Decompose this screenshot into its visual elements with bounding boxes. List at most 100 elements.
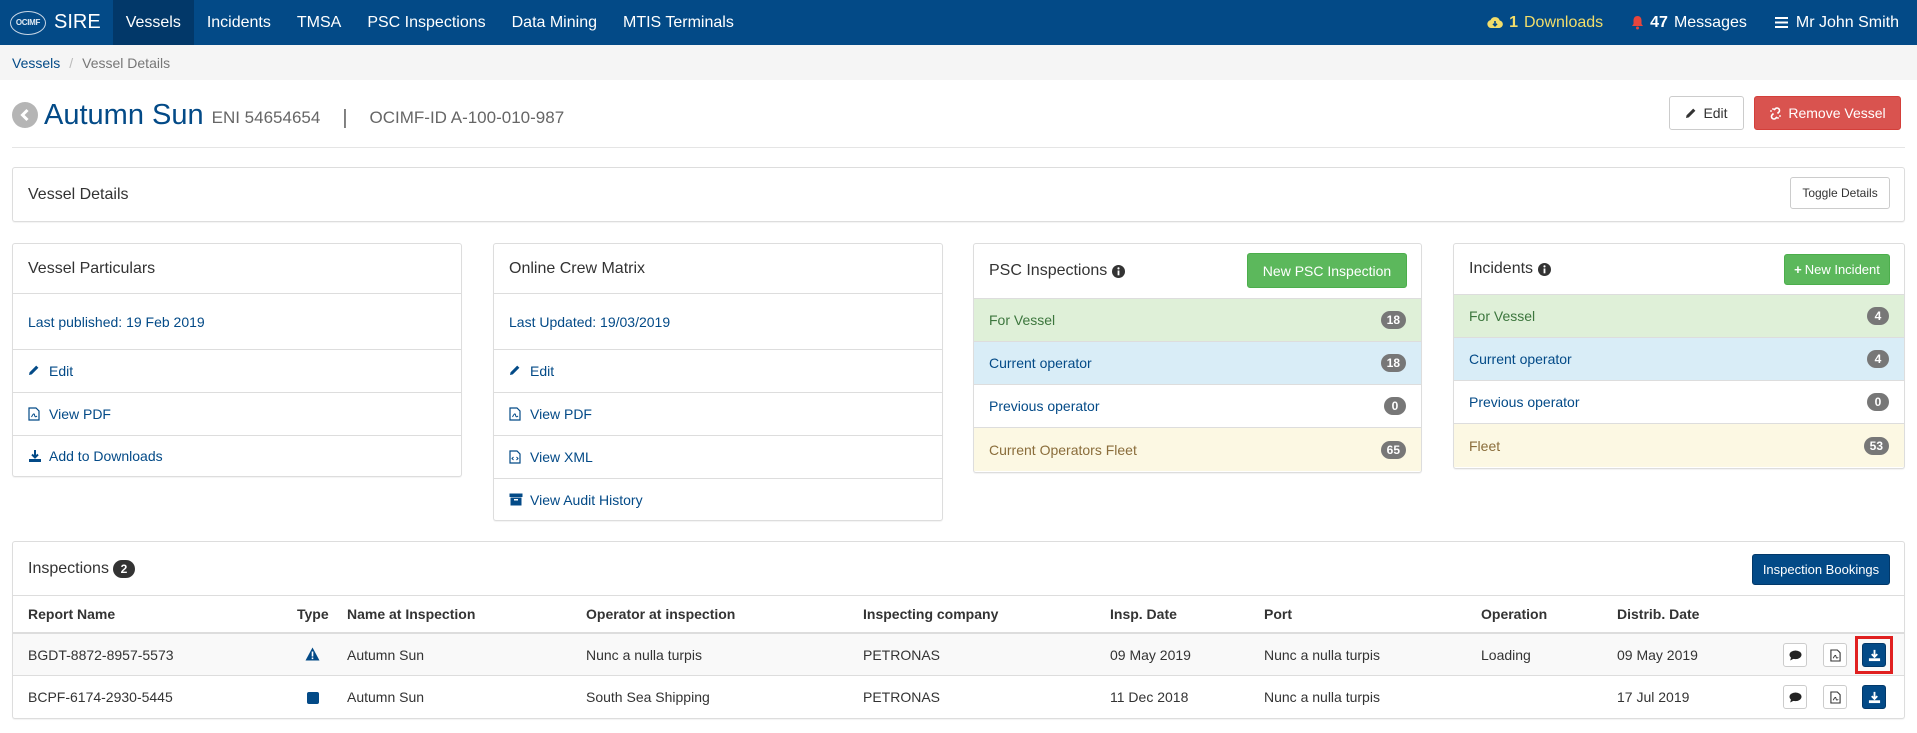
nav-item-data-mining[interactable]: Data Mining (499, 0, 610, 45)
download-report-button[interactable] (1862, 685, 1886, 709)
downloads-link[interactable]: 1 Downloads (1487, 14, 1603, 32)
breadcrumb-vessels[interactable]: Vessels (12, 55, 60, 71)
vessel-details-heading: Vessel Details Toggle Details (13, 168, 1904, 221)
crew-view-xml-link[interactable]: View XML (494, 436, 942, 479)
messages-link[interactable]: 47 Messages (1631, 14, 1747, 32)
comment-icon (1789, 692, 1801, 702)
nav-item-tmsa[interactable]: TMSA (284, 0, 354, 45)
back-icon[interactable] (12, 102, 38, 128)
col-insp-date[interactable]: Insp. Date (1110, 606, 1177, 622)
psc-count-badge: 65 (1380, 440, 1406, 459)
operation-cell: Loading (1481, 646, 1531, 663)
info-circle-icon[interactable] (1112, 264, 1126, 278)
toggle-details-button[interactable]: Toggle Details (1790, 177, 1890, 209)
insp-date-cell: 09 May 2019 (1110, 646, 1191, 663)
incidents-row-label: For Vessel (1469, 308, 1536, 324)
particulars-view-pdf-label: View PDF (49, 406, 111, 422)
pencil-icon (28, 364, 42, 378)
brand-name: SIRE (54, 11, 101, 33)
nav-item-vessels[interactable]: Vessels (112, 0, 194, 45)
crew-matrix-panel: Online Crew Matrix Last Updated: 19/03/2… (493, 243, 943, 521)
remove-vessel-label: Remove Vessel (1788, 105, 1886, 121)
crew-view-audit-link[interactable]: View Audit History (494, 479, 942, 521)
vessel-name: Autumn Sun (44, 98, 204, 131)
incidents-fleet-row[interactable]: Fleet 53 (1454, 424, 1904, 467)
downloads-count: 1 (1509, 13, 1518, 31)
ocimf-logo: OCIMF (10, 10, 46, 35)
crew-view-pdf-link[interactable]: View PDF (494, 393, 942, 436)
col-operation[interactable]: Operation (1481, 606, 1547, 622)
add-to-downloads-link[interactable]: Add to Downloads (13, 436, 461, 476)
incidents-for-vessel-row[interactable]: For Vessel 4 (1454, 295, 1904, 338)
particulars-edit-link[interactable]: Edit (13, 350, 461, 393)
incidents-count-badge: 4 (1867, 307, 1889, 325)
inspection-bookings-button[interactable]: Inspection Bookings (1752, 554, 1890, 585)
report-name-cell[interactable]: BGDT-8872-8957-5573 (28, 647, 174, 663)
col-inspecting-company[interactable]: Inspecting company (863, 606, 998, 622)
info-circle-icon[interactable] (1538, 262, 1552, 276)
view-pdf-button[interactable] (1823, 685, 1847, 709)
nav-right: 1 Downloads 47 Messages Mr John Smith (1487, 0, 1899, 45)
psc-previous-operator-row[interactable]: Previous operator 0 (974, 385, 1421, 428)
last-updated-text: Last Updated: 19/03/2019 (494, 294, 942, 350)
comment-button[interactable] (1783, 685, 1807, 709)
new-psc-inspection-button[interactable]: New PSC Inspection (1247, 253, 1407, 288)
file-pdf-icon (1829, 648, 1841, 662)
name-at-inspection-cell: Autumn Sun (347, 646, 425, 663)
report-name-cell[interactable]: BCPF-6174-2930-5445 (28, 689, 173, 705)
col-name-at-inspection[interactable]: Name at Inspection (347, 606, 475, 622)
company-cell: PETRONAS (863, 646, 941, 663)
insp-date-cell: 11 Dec 2018 (1110, 689, 1189, 705)
download-icon (28, 449, 42, 463)
incidents-heading: Incidents + New Incident (1454, 244, 1904, 295)
comment-button[interactable] (1783, 643, 1807, 667)
nav-item-incidents[interactable]: Incidents (194, 0, 284, 45)
nav-item-mtis-terminals[interactable]: MTIS Terminals (610, 0, 747, 45)
hamburger-icon (1774, 17, 1788, 28)
brand[interactable]: OCIMF SIRE (0, 0, 113, 45)
plus-icon: + (1794, 262, 1802, 277)
col-operator-at-inspection[interactable]: Operator at inspection (586, 606, 735, 622)
new-incident-button[interactable]: + New Incident (1784, 254, 1890, 285)
name-at-inspection-cell: Autumn Sun (347, 689, 425, 705)
psc-row-label: Current Operators Fleet (989, 441, 1137, 458)
nav-item-psc-inspections[interactable]: PSC Inspections (354, 0, 498, 45)
psc-inspections-title: PSC Inspections (989, 262, 1108, 279)
vessel-eni: ENI 54654654 (211, 108, 321, 127)
operator-cell: Nunc a nulla turpis (586, 646, 702, 663)
col-port[interactable]: Port (1264, 606, 1292, 622)
crew-edit-link[interactable]: Edit (494, 350, 942, 393)
square-icon (307, 691, 319, 707)
breadcrumb-separator: / (69, 54, 74, 71)
table-row: BGDT-8872-8957-5573 Autumn Sun Nunc a nu… (13, 634, 1904, 676)
incidents-title: Incidents (1469, 260, 1534, 277)
psc-for-vessel-row[interactable]: For Vessel 18 (974, 299, 1421, 342)
incidents-previous-operator-row[interactable]: Previous operator 0 (1454, 381, 1904, 424)
crew-view-pdf-label: View PDF (530, 406, 592, 422)
view-pdf-button[interactable] (1823, 643, 1847, 667)
incidents-current-operator-row[interactable]: Current operator 4 (1454, 338, 1904, 381)
incidents-row-label: Fleet (1469, 437, 1501, 454)
inspections-panel: Inspections 2 Inspection Bookings Report… (12, 541, 1905, 719)
col-distrib-date[interactable]: Distrib. Date (1617, 606, 1699, 622)
crew-edit-label: Edit (530, 363, 555, 379)
port-cell: Nunc a nulla turpis (1264, 646, 1380, 663)
user-menu[interactable]: Mr John Smith (1774, 14, 1899, 32)
breadcrumb: Vessels / Vessel Details (0, 45, 1917, 80)
unlink-icon (1770, 106, 1782, 120)
warning-triangle-icon (305, 647, 320, 664)
remove-vessel-button[interactable]: Remove Vessel (1754, 96, 1901, 130)
company-cell: PETRONAS (863, 689, 941, 705)
particulars-view-pdf-link[interactable]: View PDF (13, 393, 461, 436)
psc-operators-fleet-row[interactable]: Current Operators Fleet 65 (974, 428, 1421, 471)
distrib-date-cell: 09 May 2019 (1617, 646, 1698, 663)
edit-vessel-button[interactable]: Edit (1669, 96, 1744, 130)
last-published-label: Last published: 19 Feb 2019 (28, 313, 205, 330)
col-type[interactable]: Type (297, 606, 329, 622)
new-incident-label: New Incident (1804, 262, 1880, 277)
psc-row-label: For Vessel (989, 312, 1056, 328)
edit-vessel-label: Edit (1703, 105, 1728, 121)
col-report-name[interactable]: Report Name (28, 606, 115, 622)
psc-current-operator-row[interactable]: Current operator 18 (974, 342, 1421, 385)
inspections-title: Inspections (28, 559, 109, 577)
